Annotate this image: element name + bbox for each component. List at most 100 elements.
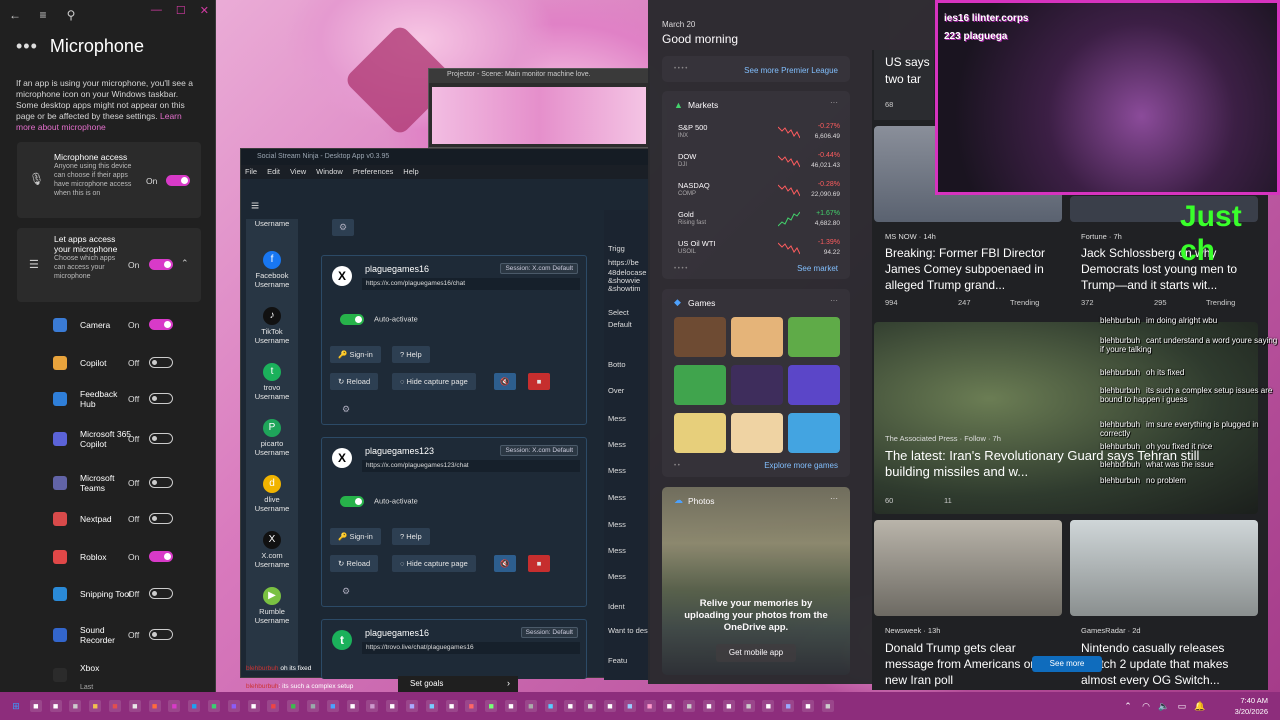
game-tile[interactable] — [731, 365, 783, 405]
ssn-hamburger-icon[interactable]: ≡ — [251, 197, 259, 213]
signin-button[interactable]: 🔑 Sign-in — [330, 346, 381, 363]
taskbar-app-icon[interactable]: ■ — [267, 700, 280, 712]
file-explorer-icon[interactable]: ■ — [69, 700, 82, 712]
taskbar-app-icon[interactable]: ■ — [782, 700, 795, 712]
news-card[interactable]: Newsweek · 13h Donald Trump gets clear m… — [874, 616, 1062, 690]
battery-icon[interactable]: ▭ — [1176, 700, 1188, 712]
more-icon[interactable]: ··· — [830, 494, 838, 503]
game-tile[interactable] — [674, 413, 726, 453]
strip-item[interactable]: Mess — [608, 466, 626, 475]
game-tile[interactable] — [788, 317, 840, 357]
taskbar-app-icon[interactable]: ■ — [287, 700, 300, 712]
app-toggle[interactable] — [149, 357, 173, 368]
strip-item[interactable]: &showtim — [608, 284, 641, 293]
taskbar-app-icon[interactable]: ■ — [623, 700, 636, 712]
see-more-button[interactable]: See more — [1032, 656, 1102, 672]
taskbar-app-icon[interactable]: ■ — [208, 700, 220, 712]
strip-item[interactable]: Default — [608, 320, 632, 329]
game-tile[interactable] — [674, 365, 726, 405]
app-toggle[interactable] — [149, 551, 173, 562]
folder-icon[interactable]: ■ — [89, 700, 102, 712]
back-arrow-icon[interactable]: ← — [8, 8, 22, 22]
taskbar-app-icon[interactable]: ■ — [386, 700, 399, 712]
taskbar-app-icon[interactable]: ■ — [742, 700, 755, 712]
strip-item[interactable]: Trigg — [608, 244, 625, 253]
platform-item[interactable]: X X.com Username — [246, 531, 298, 569]
news-image[interactable] — [1070, 520, 1258, 616]
taskbar-app-icon[interactable]: ■ — [703, 700, 715, 712]
taskbar-app-icon[interactable]: ■ — [802, 700, 814, 712]
taskbar-app-icon[interactable]: ■ — [326, 700, 339, 712]
strip-item[interactable]: Mess — [608, 440, 626, 449]
strip-item[interactable]: Select — [608, 308, 629, 317]
game-tile[interactable] — [788, 365, 840, 405]
volume-icon[interactable]: 🔈 — [1158, 700, 1170, 712]
taskbar-app-icon[interactable]: ■ — [307, 700, 319, 712]
app-toggle[interactable] — [149, 588, 173, 599]
auto-activate[interactable]: Auto-activate — [340, 314, 418, 325]
strip-item[interactable]: Mess — [608, 520, 626, 529]
news-card[interactable]: MS NOW · 14h Breaking: Former FBI Direct… — [874, 222, 1062, 318]
taskbar-app-icon[interactable]: ■ — [227, 700, 240, 712]
menu-help[interactable]: Help — [403, 167, 418, 177]
more-options-icon[interactable]: ••• — [16, 36, 38, 57]
premier-league-link[interactable]: See more Premier League — [744, 66, 838, 75]
session-badge[interactable]: Session: X.com Default — [500, 445, 578, 456]
taskbar-app-icon[interactable]: ■ — [584, 700, 597, 712]
session-badge[interactable]: Session: X.com Default — [500, 263, 578, 274]
help-button[interactable]: ? Help — [392, 346, 430, 363]
taskbar-app-icon[interactable]: ■ — [505, 700, 517, 712]
game-tile[interactable] — [731, 413, 783, 453]
chevron-up-icon[interactable]: ⌃ — [181, 258, 189, 269]
strip-item[interactable]: Mess — [608, 493, 626, 502]
taskbar-app-icon[interactable]: ■ — [821, 700, 834, 712]
taskbar-app-icon[interactable]: ■ — [366, 700, 379, 712]
market-row[interactable]: S&P 500 INX -0.27% 6,606.49 — [678, 121, 840, 149]
strip-item[interactable]: Featu — [608, 656, 627, 665]
gear-icon[interactable]: ⚙ — [342, 586, 350, 597]
taskbar-app-icon[interactable]: ■ — [485, 700, 498, 712]
taskbar-app-icon[interactable]: ■ — [465, 700, 478, 712]
help-button[interactable]: ? Help — [392, 528, 430, 545]
more-icon[interactable]: ··· — [830, 296, 838, 305]
platform-item[interactable]: ▶ Rumble Username — [246, 587, 298, 625]
app-toggle[interactable] — [149, 319, 173, 330]
close-button[interactable]: ✕ — [200, 4, 209, 17]
taskbar-app-icon[interactable]: ■ — [762, 700, 775, 712]
market-row[interactable]: Gold Rising fast +1.67% 4,682.80 — [678, 208, 840, 236]
menu-file[interactable]: File — [245, 167, 257, 177]
search-icon[interactable]: ■ — [29, 700, 42, 712]
strip-item[interactable]: Want to des — [608, 626, 648, 635]
more-icon[interactable]: ··· — [830, 98, 838, 107]
platform-item[interactable]: ♪ TikTok Username — [246, 307, 298, 345]
news-image[interactable] — [874, 520, 1062, 616]
game-tile[interactable] — [788, 413, 840, 453]
task-view-icon[interactable]: ■ — [49, 700, 62, 712]
auto-activate-toggle[interactable] — [340, 314, 364, 325]
taskbar-app-icon[interactable]: ■ — [406, 700, 418, 712]
news-card[interactable]: GamesRadar · 2d Nintendo casually releas… — [1070, 616, 1258, 690]
explore-games-link[interactable]: Explore more games — [764, 461, 838, 470]
market-row[interactable]: DOW DJI -0.44% 46,021.43 — [678, 150, 840, 178]
signin-button[interactable]: 🔑 Sign-in — [330, 528, 381, 545]
taskbar-app-icon[interactable]: ■ — [148, 700, 161, 712]
taskbar-app-icon[interactable]: ■ — [643, 700, 656, 712]
platform-item[interactable]: Ppicarto Username — [246, 419, 298, 457]
app-toggle[interactable] — [149, 513, 173, 524]
auto-activate[interactable]: Auto-activate — [340, 496, 418, 507]
app-toggle[interactable] — [149, 477, 173, 488]
taskbar-app-icon[interactable]: ■ — [564, 700, 577, 712]
chat-url-input[interactable]: https://x.com/plaguegames123/chat — [362, 460, 580, 472]
hamburger-menu-icon[interactable]: ≡ — [36, 8, 50, 22]
microphone-access-toggle[interactable] — [166, 175, 190, 186]
get-mobile-app-button[interactable]: Get mobile app — [716, 644, 796, 662]
mute-button[interactable]: 🔇 — [494, 555, 516, 572]
chevron-up-icon[interactable]: ⌃ — [1122, 700, 1134, 712]
app-toggle[interactable] — [149, 629, 173, 640]
taskbar-app-icon[interactable]: ■ — [247, 700, 260, 712]
news-partial-card[interactable]: US says two tar 68 — [874, 50, 934, 120]
wifi-icon[interactable]: ◠ — [1140, 700, 1152, 712]
app-toggle[interactable] — [149, 393, 173, 404]
taskbar-app-icon[interactable]: ■ — [604, 700, 616, 712]
app-toggle[interactable] — [149, 433, 173, 444]
